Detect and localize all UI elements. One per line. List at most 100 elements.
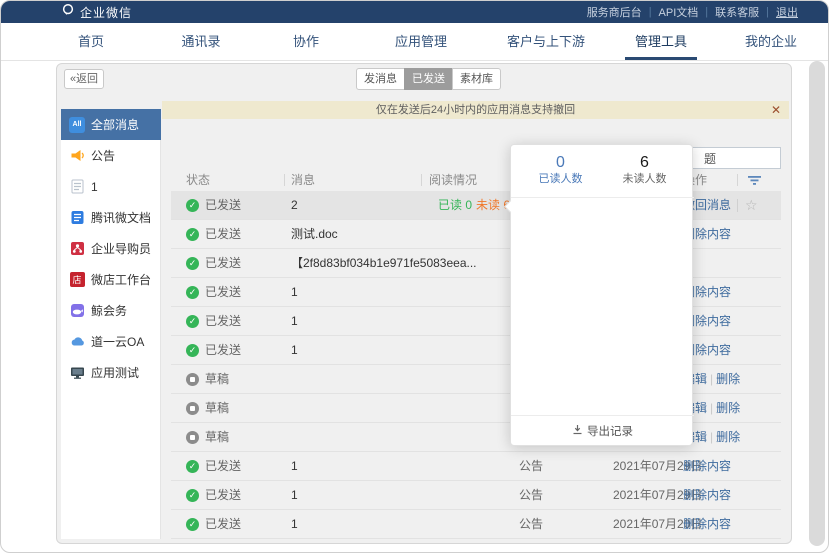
- draft-icon: [186, 402, 199, 415]
- message-text: 2: [291, 191, 298, 219]
- sidebar-item-label: 应用测试: [91, 364, 139, 381]
- sidebar-item-6[interactable]: 鲸会务: [61, 295, 161, 326]
- stat-value: 6: [609, 154, 681, 172]
- vertical-scrollbar[interactable]: [809, 61, 825, 546]
- topbar-links: 服务商后台 | API文档 | 联系客服 | 退出: [587, 1, 798, 23]
- sidebar-item-label: 全部消息: [91, 116, 139, 133]
- nav-tab-1[interactable]: 通讯录: [181, 23, 220, 60]
- table-row[interactable]: ✓已发送1公告2021年07月29日删除内容: [171, 452, 781, 481]
- status-text: 已发送: [205, 191, 241, 219]
- sidebar-item-label: 腾讯微文档: [91, 209, 151, 226]
- sidebar-item-label: 企业导购员: [91, 240, 151, 257]
- action-link[interactable]: 删除: [716, 401, 740, 415]
- draft-icon: [186, 431, 199, 444]
- nav-tab-3[interactable]: 应用管理: [395, 23, 447, 60]
- col-status-header: 状态: [186, 169, 210, 191]
- sidebar-item-0[interactable]: All 全部消息: [61, 109, 161, 140]
- sidebar-item-label: 公告: [91, 147, 115, 164]
- message-text: 1: [291, 452, 298, 480]
- popup-stat-0[interactable]: 0已读人数: [525, 154, 597, 197]
- tab-1[interactable]: 已发送: [404, 68, 453, 90]
- header-divider: [737, 174, 738, 186]
- sidebar-item-2[interactable]: 1: [61, 171, 161, 202]
- sidebar-item-label: 微店工作台: [91, 271, 151, 288]
- sent-check-icon: ✓: [186, 489, 199, 502]
- nav-tab-4[interactable]: 客户与上下游: [507, 23, 585, 60]
- nav-tab-2[interactable]: 协作: [293, 23, 319, 60]
- topbar-link-3[interactable]: 退出: [776, 4, 798, 20]
- topbar-link-1[interactable]: API文档: [659, 4, 699, 20]
- col-read-header: 阅读情况: [429, 169, 477, 191]
- status-text: 已发送: [205, 249, 241, 277]
- row-actions: 删除内容: [683, 510, 731, 538]
- status-text: 草稿: [205, 423, 229, 451]
- sidebar-item-label: 1: [91, 180, 98, 194]
- message-text: 测试.doc: [291, 220, 338, 248]
- read-count[interactable]: 已读 0: [438, 198, 472, 212]
- read-status-popup: 0已读人数 6未读人数 导出记录: [510, 144, 693, 446]
- export-records-button[interactable]: 导出记录: [511, 415, 694, 445]
- app-window: 企业微信 服务商后台 | API文档 | 联系客服 | 退出 首页 通讯录 协作 应用管理 客户与上…: [0, 0, 829, 553]
- sidebar-item-label: 鲸会务: [91, 302, 127, 319]
- sidebar-item-5[interactable]: 店微店工作台: [61, 264, 161, 295]
- sidebar-item-3[interactable]: 腾讯微文档: [61, 202, 161, 233]
- notice-banner: 仅在发送后24小时内的应用消息支持撤回 ✕: [162, 101, 789, 119]
- cloud-blue-icon: [69, 334, 85, 350]
- topbar-link-separator: |: [649, 6, 652, 18]
- app-title: 企业微信: [80, 4, 132, 21]
- tab-2[interactable]: 素材库: [452, 68, 501, 90]
- stat-label: 未读人数: [609, 172, 681, 186]
- back-button[interactable]: «返回: [64, 69, 104, 89]
- topbar-link-2[interactable]: 联系客服: [715, 4, 759, 20]
- popup-stats: 0已读人数 6未读人数: [511, 145, 694, 198]
- monitor-dark-icon: [69, 365, 85, 381]
- message-text: 1: [291, 510, 298, 538]
- nav-tab-5[interactable]: 管理工具: [635, 23, 687, 60]
- action-link[interactable]: 删除内容: [683, 459, 731, 473]
- topbar-link-separator: |: [766, 6, 769, 18]
- message-text: 【2f8d83bf034b1e971fe5083eea...: [291, 249, 477, 277]
- whale-purple-icon: [69, 303, 85, 319]
- table-row[interactable]: ✓已发送1公告2021年07月20日删除内容: [171, 510, 781, 539]
- action-link[interactable]: 删除内容: [683, 517, 731, 531]
- action-separator: |: [710, 372, 713, 386]
- star-icon[interactable]: ☆: [745, 191, 758, 219]
- status-text: 已发送: [205, 452, 241, 480]
- megaphone-icon: [69, 148, 85, 164]
- header-divider: [421, 174, 422, 186]
- action-link[interactable]: 删除: [716, 430, 740, 444]
- message-text: 1: [291, 481, 298, 509]
- action-link[interactable]: 删除: [716, 372, 740, 386]
- filter-icon[interactable]: [747, 175, 762, 189]
- all-badge-icon: All: [69, 117, 85, 133]
- export-records-label: 导出记录: [587, 423, 633, 439]
- col-message-header: 消息: [291, 169, 315, 191]
- sidebar-item-7[interactable]: 道一云OA: [61, 326, 161, 357]
- topbar-link-separator: |: [705, 6, 708, 18]
- action-separator: |: [710, 401, 713, 415]
- sent-check-icon: ✓: [186, 460, 199, 473]
- close-icon[interactable]: ✕: [771, 101, 781, 119]
- sidebar-item-4[interactable]: 企业导购员: [61, 233, 161, 264]
- app-logo: 企业微信: [61, 1, 132, 23]
- status-text: 已发送: [205, 220, 241, 248]
- message-type: 公告: [519, 510, 543, 538]
- sent-check-icon: ✓: [186, 257, 199, 270]
- topbar: 企业微信 服务商后台 | API文档 | 联系客服 | 退出: [1, 1, 829, 23]
- document-lines-icon: [69, 179, 85, 195]
- cell-divider: [737, 199, 738, 212]
- nav-tab-6[interactable]: 我的企业: [745, 23, 797, 60]
- nav-tab-0[interactable]: 首页: [78, 23, 104, 60]
- tab-0[interactable]: 发消息: [356, 68, 405, 90]
- sidebar-item-label: 道一云OA: [91, 333, 144, 350]
- topbar-link-0[interactable]: 服务商后台: [587, 4, 642, 20]
- popup-stat-1[interactable]: 6未读人数: [609, 154, 681, 197]
- message-tab-group: 发消息已发送素材库: [356, 68, 501, 90]
- action-link[interactable]: 删除内容: [683, 488, 731, 502]
- sidebar-item-8[interactable]: 应用测试: [61, 357, 161, 388]
- action-separator: |: [710, 430, 713, 444]
- sidebar-item-1[interactable]: 公告: [61, 140, 161, 171]
- row-actions: 删除内容: [683, 452, 731, 480]
- message-text: 1: [291, 278, 298, 306]
- table-row[interactable]: ✓已发送1公告2021年07月29日删除内容: [171, 481, 781, 510]
